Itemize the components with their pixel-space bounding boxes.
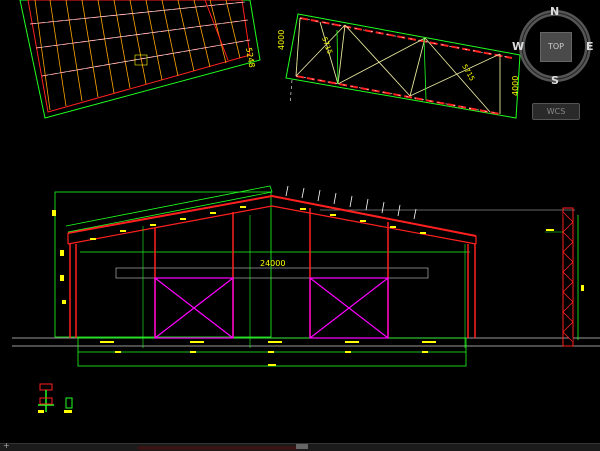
viewcube-east[interactable]: E — [586, 40, 594, 53]
layout-tabs-strip[interactable] — [138, 446, 298, 450]
horizontal-scroll-thumb[interactable] — [296, 444, 308, 449]
ucs-icon — [38, 383, 73, 413]
add-layout-icon[interactable]: + — [3, 442, 10, 450]
viewcube-top-face[interactable]: TOP — [540, 32, 572, 62]
main-span-dimension: 24000 — [260, 259, 285, 268]
roof-plan-view: 5248 — [19, 0, 261, 119]
main-elevation-view: 24000 — [12, 185, 600, 367]
lattice-column-view — [545, 207, 584, 347]
truss-dim-left: 4000 — [277, 30, 286, 50]
roof-dim-label: 5248 — [244, 47, 256, 69]
viewcube-north[interactable]: N — [550, 5, 559, 18]
truss-dim-right: 4000 — [511, 76, 520, 96]
drawing-canvas[interactable]: 5248 4000 4000 5715 5715 24000 — [0, 0, 600, 450]
truss-elevation-view: 4000 4000 5715 5715 — [277, 13, 521, 119]
wcs-menu-button[interactable]: WCS — [532, 103, 580, 120]
viewcube-south[interactable]: S — [551, 74, 559, 87]
viewcube-west[interactable]: W — [512, 40, 524, 53]
